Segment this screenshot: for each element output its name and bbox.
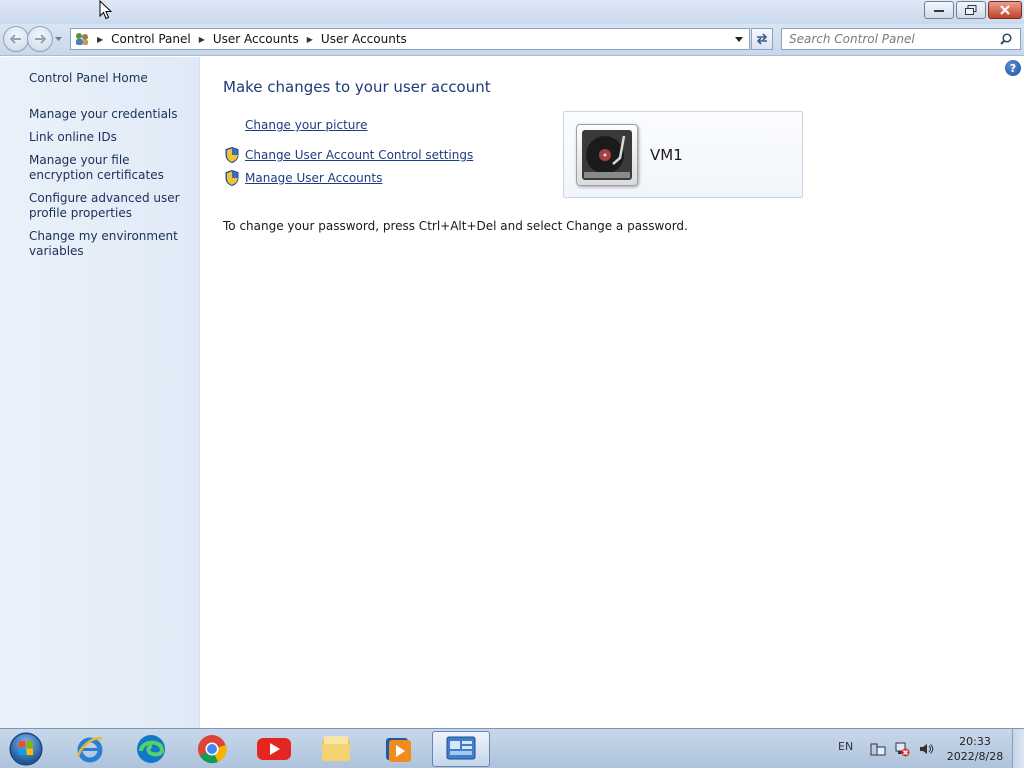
sidebar: Control Panel Home Manage your credentia… <box>0 57 200 728</box>
sidebar-link-control-panel-home[interactable]: Control Panel Home <box>29 71 148 86</box>
sidebar-link-manage-credentials[interactable]: Manage your credentials <box>29 107 189 122</box>
breadcrumb-arrow-icon[interactable]: ▶ <box>97 35 103 44</box>
restore-icon <box>965 5 977 15</box>
breadcrumb-control-panel[interactable]: Control Panel <box>111 32 191 46</box>
minimize-icon <box>934 10 944 12</box>
breadcrumb-user-accounts[interactable]: User Accounts <box>213 32 299 46</box>
sidebar-link-advanced-profile[interactable]: Configure advanced user profile properti… <box>29 191 189 221</box>
address-dropdown-button[interactable] <box>731 29 747 49</box>
task-label: Change your picture <box>245 118 368 132</box>
taskbar-chrome[interactable] <box>186 731 238 767</box>
help-button[interactable]: ? <box>1005 60 1021 76</box>
nav-arrows <box>3 26 63 52</box>
taskbar-media-player[interactable] <box>372 731 424 767</box>
edge-icon <box>137 735 165 763</box>
internet-explorer-icon <box>76 737 103 763</box>
address-bar[interactable]: ▶ Control Panel ▶ User Accounts ▶ User A… <box>70 28 750 50</box>
search-box[interactable] <box>781 28 1021 50</box>
minimize-button[interactable] <box>924 1 954 19</box>
restore-button[interactable] <box>956 1 986 19</box>
task-manage-accounts[interactable]: Manage User Accounts <box>223 169 382 187</box>
youtube-icon <box>257 738 291 760</box>
help-icon: ? <box>1009 61 1017 75</box>
chrome-icon <box>198 735 227 764</box>
task-label: Manage User Accounts <box>245 171 383 185</box>
search-input[interactable] <box>782 32 994 46</box>
window-controls <box>924 1 1022 19</box>
volume-icon[interactable] <box>918 741 934 757</box>
language-indicator[interactable]: EN <box>838 740 853 753</box>
clock-time: 20:33 <box>959 735 991 748</box>
avatar[interactable] <box>576 124 638 186</box>
mouse-cursor-icon <box>99 0 113 20</box>
taskbar-control-panel[interactable] <box>432 731 490 767</box>
forward-button[interactable] <box>27 26 53 52</box>
taskbar: EN 20:33 2022/8/28 <box>0 728 1024 768</box>
back-arrow-icon <box>10 34 21 44</box>
action-center-icon[interactable] <box>870 741 886 757</box>
media-player-icon <box>386 738 411 762</box>
back-button[interactable] <box>3 26 29 52</box>
breadcrumb: ▶ Control Panel ▶ User Accounts ▶ User A… <box>93 32 407 46</box>
close-icon <box>1000 5 1010 15</box>
password-instructions: To change your password, press Ctrl+Alt+… <box>223 219 688 233</box>
taskbar-file-explorer[interactable] <box>310 731 362 767</box>
sidebar-link-online-ids[interactable]: Link online IDs <box>29 130 189 145</box>
uac-shield-icon <box>223 146 241 164</box>
navigation-bar: ▶ Control Panel ▶ User Accounts ▶ User A… <box>0 24 1024 56</box>
page-title: Make changes to your user account <box>223 78 491 96</box>
control-panel-icon <box>71 29 93 49</box>
sidebar-link-file-encryption[interactable]: Manage your file encryption certificates <box>29 153 189 183</box>
taskbar-edge[interactable] <box>125 731 177 767</box>
account-name: VM1 <box>650 146 683 164</box>
task-change-picture[interactable]: Change your picture <box>223 118 367 132</box>
show-desktop-button[interactable] <box>1012 729 1024 768</box>
refresh-button[interactable] <box>751 28 773 50</box>
breadcrumb-arrow-icon[interactable]: ▶ <box>199 35 205 44</box>
chevron-down-icon <box>55 37 62 41</box>
folder-icon <box>322 736 350 761</box>
forward-arrow-icon <box>35 34 46 44</box>
turntable-picture-icon <box>582 130 632 180</box>
search-icon[interactable] <box>994 33 1018 45</box>
control-panel-window-icon <box>446 736 476 760</box>
window-titlebar <box>0 0 1024 24</box>
taskbar-youtube[interactable] <box>248 731 300 767</box>
main-content: ? Make changes to your user account Chan… <box>201 57 1024 728</box>
clock-date: 2022/8/28 <box>946 750 1004 763</box>
chevron-down-icon <box>735 36 743 42</box>
network-disconnected-icon[interactable] <box>894 741 910 757</box>
taskbar-internet-explorer[interactable] <box>64 731 116 767</box>
task-label: Change User Account Control settings <box>245 148 474 162</box>
recent-pages-button[interactable] <box>55 26 63 52</box>
account-card: VM1 <box>563 111 803 198</box>
sidebar-link-environment-variables[interactable]: Change my environment variables <box>29 229 189 259</box>
close-button[interactable] <box>988 1 1022 19</box>
uac-shield-icon <box>223 169 241 187</box>
start-button[interactable] <box>6 731 46 767</box>
task-uac-settings[interactable]: Change User Account Control settings <box>223 146 473 164</box>
system-clock[interactable]: 20:33 2022/8/28 <box>946 734 1004 764</box>
breadcrumb-user-accounts-current[interactable]: User Accounts <box>321 32 407 46</box>
windows-logo-icon <box>9 732 43 766</box>
breadcrumb-arrow-icon[interactable]: ▶ <box>307 35 313 44</box>
refresh-icon <box>756 33 768 45</box>
sidebar-task-list: Manage your credentials Link online IDs … <box>29 107 189 267</box>
